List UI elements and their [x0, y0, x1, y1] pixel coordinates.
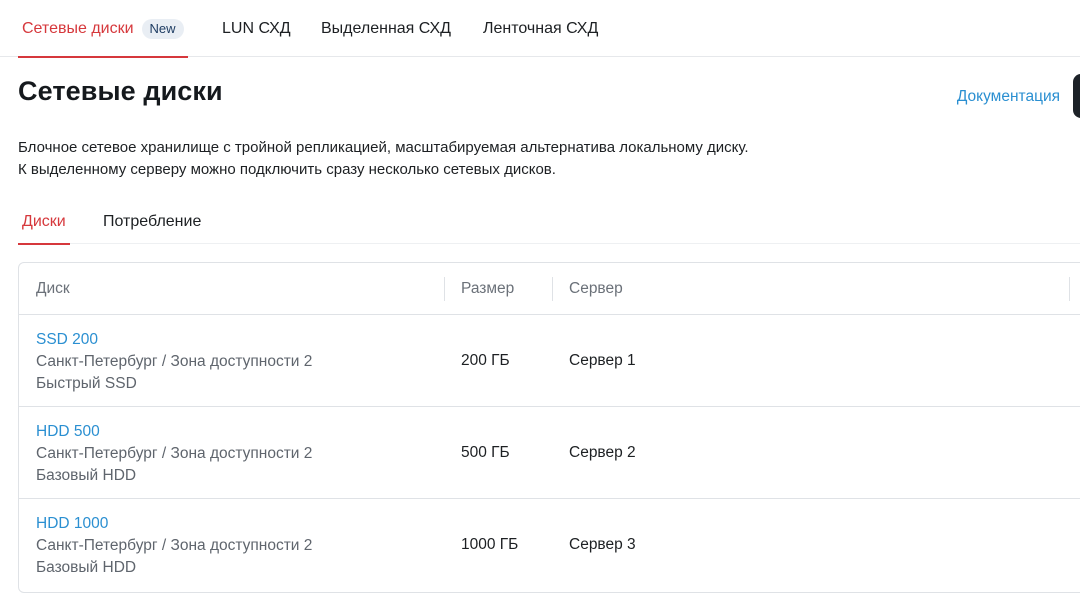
disk-name-link[interactable]: HDD 1000	[36, 513, 312, 535]
tab-label: LUN СХД	[222, 19, 291, 37]
disk-location: Санкт-Петербург / Зона доступности 2	[36, 353, 313, 370]
disk-cell: SSD 200 Санкт-Петербург / Зона доступнос…	[36, 329, 312, 395]
tab-label: Диски	[22, 212, 66, 230]
top-nav: Сетевые диски New LUN СХД Выделенная СХД…	[0, 0, 1080, 58]
disk-server: Сервер 2	[569, 444, 636, 461]
tab-lun-storage[interactable]: LUN СХД	[222, 0, 291, 57]
tab-label: Ленточная СХД	[483, 19, 599, 37]
description-line-1: Блочное сетевое хранилище с тройной репл…	[18, 139, 749, 156]
disk-location: Санкт-Петербург / Зона доступности 2	[36, 445, 313, 462]
documentation-link[interactable]: Документация	[957, 88, 1060, 106]
tab-consumption[interactable]: Потребление	[103, 199, 201, 244]
column-resize-handle[interactable]	[552, 277, 553, 301]
disk-type: Базовый HDD	[36, 467, 137, 484]
column-header-disk[interactable]: Диск	[36, 263, 70, 315]
table-row[interactable]: SSD 200 Санкт-Петербург / Зона доступнос…	[19, 315, 1080, 407]
disk-size: 500 ГБ	[461, 444, 510, 461]
tab-label: Потребление	[103, 212, 202, 230]
description-line-2: К выделенному серверу можно подключить с…	[18, 161, 556, 178]
sub-nav: Диски Потребление	[18, 199, 1080, 245]
table-row[interactable]: HDD 500 Санкт-Петербург / Зона доступнос…	[19, 407, 1080, 499]
tab-label: Выделенная СХД	[321, 19, 451, 37]
tab-tape-storage[interactable]: Ленточная СХД	[483, 0, 598, 57]
table-header: Диск Размер Сервер	[19, 263, 1080, 315]
disk-cell: HDD 1000 Санкт-Петербург / Зона доступно…	[36, 513, 312, 579]
tab-dedicated-storage[interactable]: Выделенная СХД	[321, 0, 451, 57]
disk-size: 1000 ГБ	[461, 536, 519, 553]
tab-disks[interactable]: Диски	[18, 199, 70, 245]
column-header-server[interactable]: Сервер	[569, 263, 623, 315]
disk-name-link[interactable]: SSD 200	[36, 329, 312, 351]
disk-type: Базовый HDD	[36, 559, 137, 576]
tab-label: Сетевые диски	[22, 19, 134, 37]
column-resize-handle[interactable]	[444, 277, 445, 301]
page-title: Сетевые диски	[18, 76, 223, 106]
disk-cell: HDD 500 Санкт-Петербург / Зона доступнос…	[36, 421, 312, 487]
disk-name-link[interactable]: HDD 500	[36, 421, 312, 443]
disk-location: Санкт-Петербург / Зона доступности 2	[36, 537, 313, 554]
page: Сетевые диски New LUN СХД Выделенная СХД…	[0, 0, 1080, 607]
new-badge: New	[141, 18, 184, 39]
create-button[interactable]	[1073, 74, 1080, 118]
tab-network-disks[interactable]: Сетевые диски New	[18, 0, 188, 58]
column-header-size[interactable]: Размер	[461, 263, 514, 315]
table-row[interactable]: HDD 1000 Санкт-Петербург / Зона доступно…	[19, 499, 1080, 591]
column-resize-handle[interactable]	[1069, 277, 1070, 301]
disk-server: Сервер 1	[569, 352, 636, 369]
disk-server: Сервер 3	[569, 536, 636, 553]
disk-size: 200 ГБ	[461, 352, 510, 369]
disks-table: Диск Размер Сервер SSD 200 Санкт-Петербу…	[18, 262, 1080, 593]
page-description: Блочное сетевое хранилище с тройной репл…	[18, 137, 749, 181]
disk-type: Быстрый SSD	[36, 375, 137, 392]
